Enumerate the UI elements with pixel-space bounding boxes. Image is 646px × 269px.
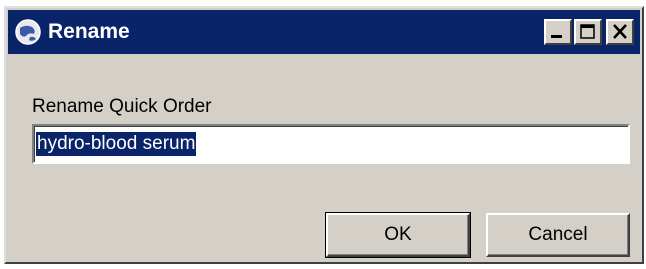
rename-dialog: Rename Rename Quick Order hydro-blood se… (4, 6, 644, 264)
maximize-button[interactable] (574, 19, 602, 45)
globe-icon (14, 18, 42, 46)
maximize-icon (580, 24, 595, 39)
title-bar[interactable]: Rename (8, 10, 640, 54)
ok-button[interactable]: OK (325, 212, 471, 258)
dialog-title: Rename (48, 20, 130, 43)
minimize-icon (551, 35, 562, 38)
minimize-button[interactable] (544, 19, 572, 45)
cancel-button[interactable]: Cancel (486, 213, 630, 257)
close-icon (613, 24, 627, 39)
selected-name-text: hydro-blood serum (36, 132, 197, 156)
close-button[interactable] (606, 19, 634, 45)
rename-quick-order-label: Rename Quick Order (32, 96, 212, 117)
